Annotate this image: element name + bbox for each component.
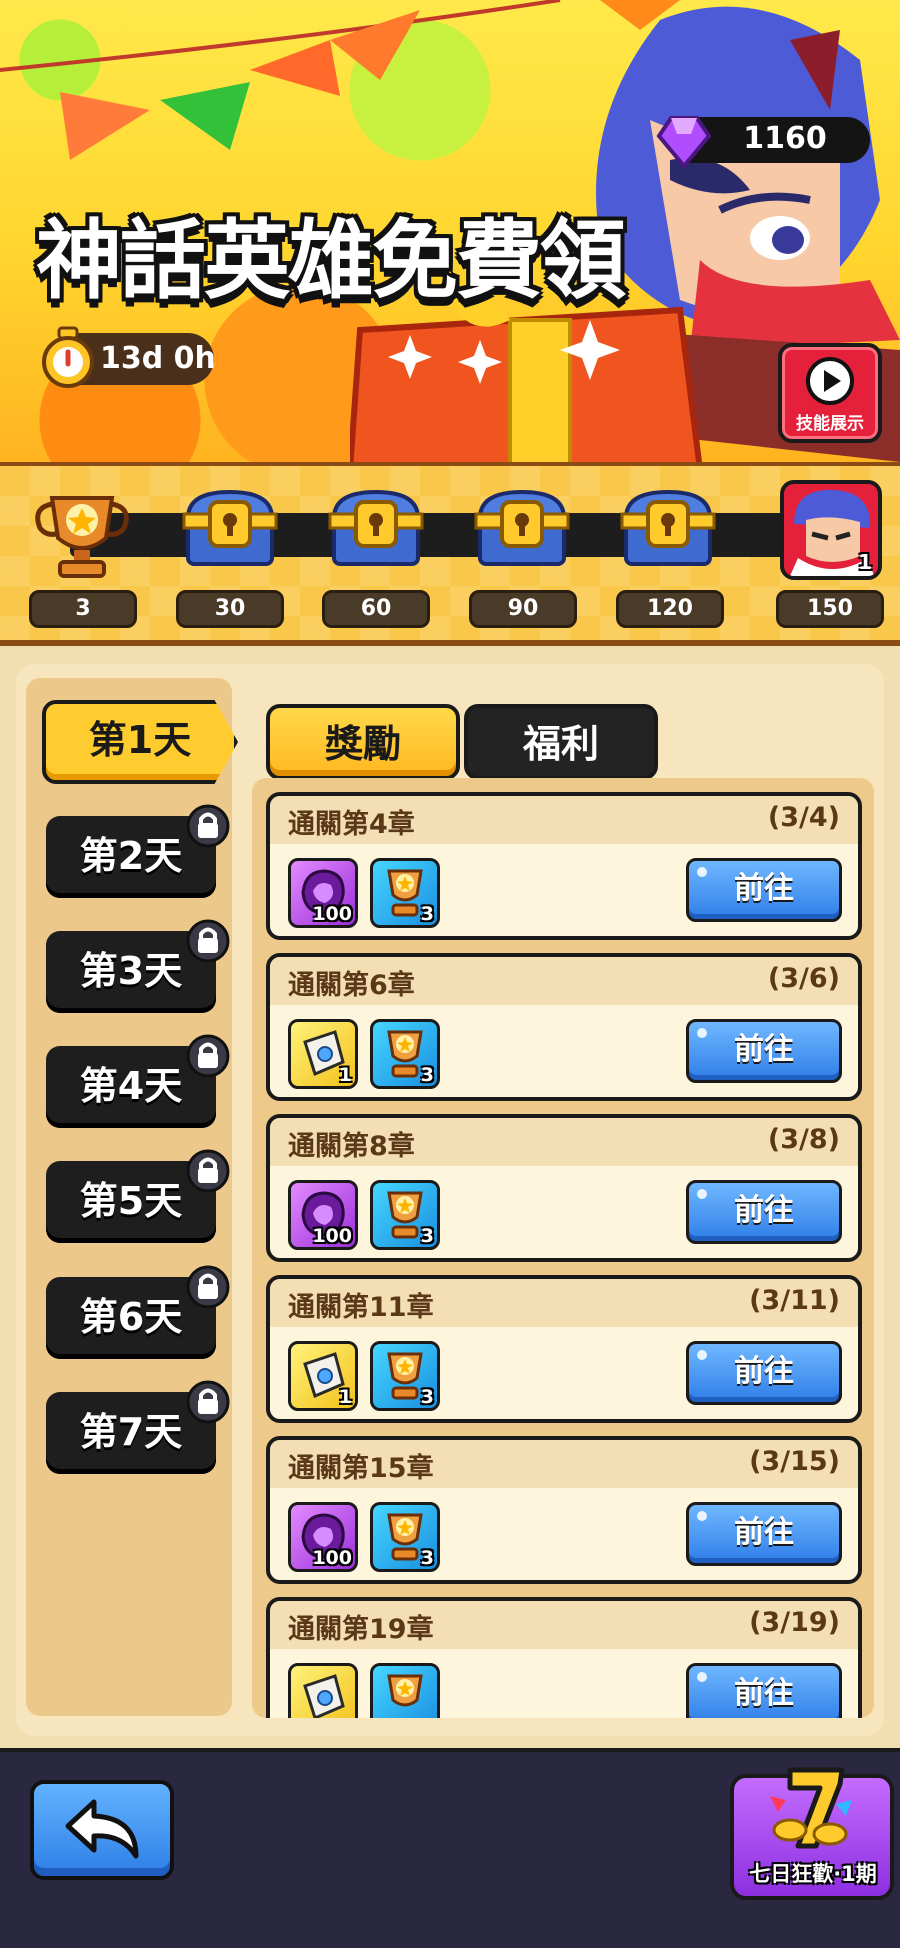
lock-icon: [186, 1034, 230, 1078]
task-card: 通關第6章 (3/6) 1 3 前往: [266, 953, 862, 1101]
task-progress: (3/15): [749, 1446, 840, 1477]
reward-quantity: 3: [420, 1547, 434, 1569]
skill-showcase-label: 技能展示: [796, 414, 864, 434]
task-card: 通關第15章 (3/15) 100 3 前往: [266, 1436, 862, 1584]
go-button[interactable]: 前往: [686, 858, 842, 922]
chest-icon[interactable]: [618, 482, 718, 582]
lock-icon: [186, 804, 230, 848]
go-button[interactable]: 前往: [686, 1663, 842, 1718]
reward-shard[interactable]: 100: [288, 858, 358, 928]
task-title: 通關第19章: [288, 1614, 434, 1645]
tab-reward[interactable]: 獎勵: [266, 704, 460, 780]
task-progress: (3/6): [767, 963, 840, 994]
back-arrow-icon: [65, 1799, 139, 1859]
reward-quantity: 1: [338, 1064, 352, 1086]
milestone-value: 30: [176, 590, 284, 628]
reward-trophy[interactable]: 3: [370, 1180, 440, 1250]
lock-icon: [186, 1265, 230, 1309]
reward-quantity: 3: [420, 903, 434, 925]
stopwatch-icon: [42, 326, 94, 388]
task-card: 通關第8章 (3/8) 100 3 前往: [266, 1114, 862, 1262]
gift-box-image: [350, 300, 703, 462]
chest-icon[interactable]: [326, 482, 426, 582]
play-icon: [806, 357, 854, 405]
reward-trophy[interactable]: 3: [370, 858, 440, 928]
milestone-value: 120: [616, 590, 724, 628]
milestone-value: 3: [29, 590, 137, 628]
chest-icon[interactable]: [472, 482, 572, 582]
reward-quantity: 3: [420, 1225, 434, 1247]
tab-bonus[interactable]: 福利: [464, 704, 658, 780]
milestone-value: 90: [469, 590, 577, 628]
reward-trophy[interactable]: [370, 1663, 440, 1718]
lock-icon: [186, 919, 230, 963]
event-seven-icon: [770, 1767, 852, 1849]
hero-banner: 1160 神話英雄免費領 13d 0h 技能展示: [0, 0, 900, 462]
seven-day-event-button[interactable]: 七日狂歡·1期: [730, 1760, 896, 1900]
milestone-value: 60: [322, 590, 430, 628]
back-button[interactable]: [30, 1780, 174, 1880]
task-title: 通關第15章: [288, 1453, 434, 1484]
trophy-icon[interactable]: [32, 488, 132, 588]
task-progress: (3/19): [749, 1607, 840, 1638]
reward-quantity: 3: [420, 1064, 434, 1086]
lock-icon: [186, 1380, 230, 1424]
reward-quantity: 1: [338, 1386, 352, 1408]
hero-portrait-count: 1: [858, 550, 872, 574]
go-button[interactable]: 前往: [686, 1019, 842, 1083]
day-tab-1[interactable]: 第1天: [42, 700, 238, 784]
task-progress: (3/8): [767, 1124, 840, 1155]
task-progress: (3/11): [749, 1285, 840, 1316]
task-progress: (3/4): [767, 802, 840, 833]
reward-quantity: 3: [420, 1386, 434, 1408]
reward-quantity: 100: [312, 903, 352, 925]
go-button[interactable]: 前往: [686, 1341, 842, 1405]
reward-quantity: 100: [312, 1547, 352, 1569]
reward-shard[interactable]: 100: [288, 1180, 358, 1250]
page-title: 神話英雄免費領: [36, 211, 626, 311]
reward-scroll[interactable]: 1: [288, 1019, 358, 1089]
task-title: 通關第11章: [288, 1292, 434, 1323]
reward-trophy[interactable]: 3: [370, 1341, 440, 1411]
reward-quantity: 100: [312, 1225, 352, 1247]
milestone-value: 150: [776, 590, 884, 628]
reward-trophy[interactable]: 3: [370, 1019, 440, 1089]
reward-scroll[interactable]: 1: [288, 1341, 358, 1411]
chest-icon[interactable]: [180, 482, 280, 582]
go-button[interactable]: 前往: [686, 1180, 842, 1244]
reward-trophy[interactable]: 3: [370, 1502, 440, 1572]
gem-amount: 1160: [743, 121, 827, 156]
task-title: 通關第4章: [288, 809, 415, 840]
gem-icon: [656, 116, 712, 170]
event-label: 七日狂歡·1期: [749, 1862, 877, 1886]
go-button[interactable]: 前往: [686, 1502, 842, 1566]
task-title: 通關第8章: [288, 1131, 415, 1162]
task-card: 通關第11章 (3/11) 1 3 前往: [266, 1275, 862, 1423]
timer-value: 13d 0h: [100, 341, 216, 376]
task-card: 通關第4章 (3/4) 100 3 前往: [266, 792, 862, 940]
trophy-icon: [387, 1674, 423, 1707]
task-card: 通關第19章 (3/19) 前往: [266, 1597, 862, 1718]
lock-icon: [186, 1149, 230, 1193]
scroll-icon: [303, 1674, 345, 1718]
skill-showcase-button[interactable]: 技能展示: [778, 343, 882, 443]
reward-shard[interactable]: 100: [288, 1502, 358, 1572]
task-title: 通關第6章: [288, 970, 415, 1001]
hero-portrait-reward[interactable]: 1: [780, 480, 882, 580]
task-list: 通關第4章 (3/4) 100 3 前往 通關第6章 (3/6) 1 3 前往 …: [252, 778, 874, 1718]
reward-scroll[interactable]: [288, 1663, 358, 1718]
